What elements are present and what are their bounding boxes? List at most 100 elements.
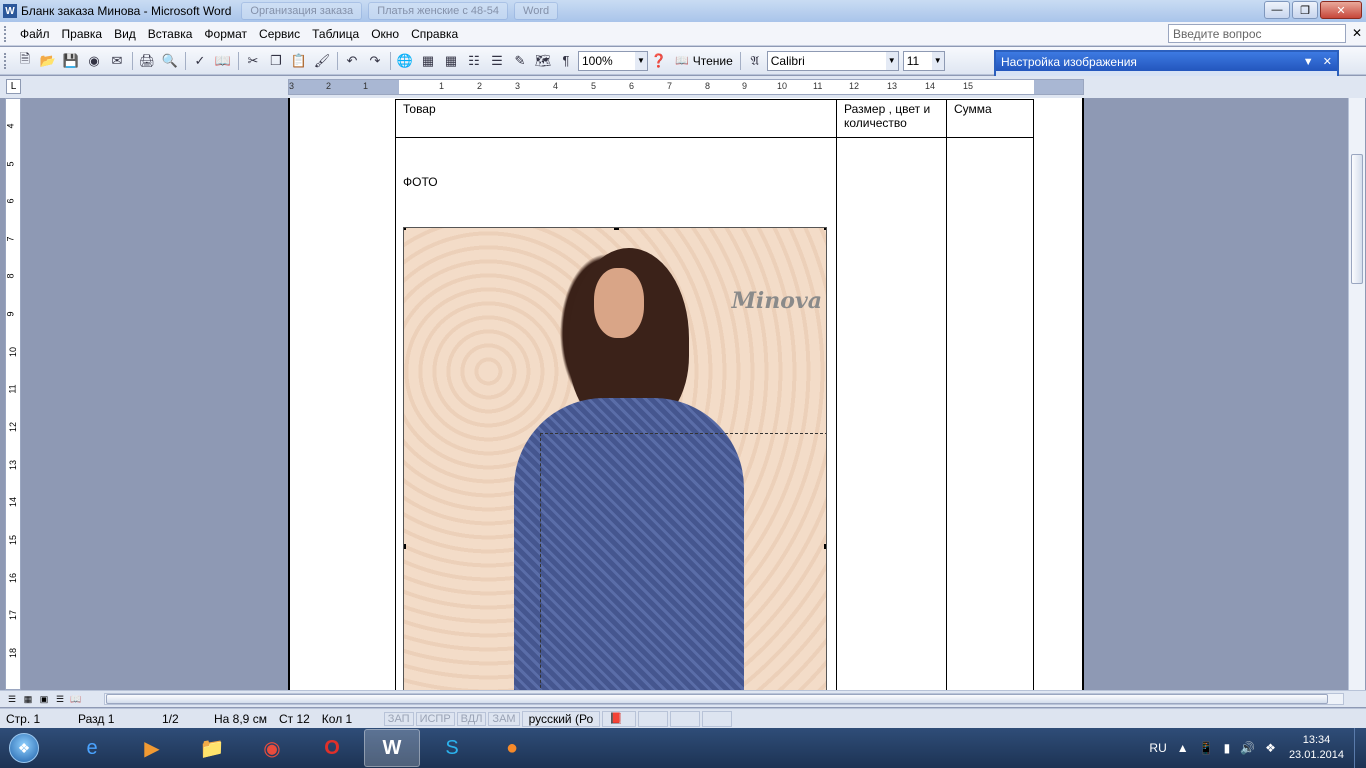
- chevron-down-icon[interactable]: ▼: [931, 51, 944, 70]
- status-extend-mode[interactable]: ВДЛ: [456, 711, 487, 726]
- show-desktop-button[interactable]: [1354, 728, 1366, 768]
- close-icon[interactable]: ✕: [1323, 56, 1332, 68]
- undo-icon[interactable]: ↶: [341, 50, 363, 72]
- status-overtype-mode[interactable]: ЗАМ: [488, 711, 520, 726]
- menu-help[interactable]: Справка: [405, 27, 464, 41]
- show-formatting-icon[interactable]: ¶: [555, 50, 577, 72]
- help-icon[interactable]: ❓: [648, 50, 670, 72]
- menu-window[interactable]: Окно: [365, 27, 405, 41]
- menu-table[interactable]: Таблица: [306, 27, 365, 41]
- file-explorer-icon[interactable]: 📁: [184, 729, 240, 767]
- spelling-icon[interactable]: ✓: [189, 50, 211, 72]
- minimize-button[interactable]: —: [1264, 1, 1290, 19]
- ask-question-input[interactable]: Введите вопрос: [1168, 24, 1346, 43]
- outline-view-icon[interactable]: ☰: [52, 692, 68, 706]
- menu-edit[interactable]: Правка: [56, 27, 109, 41]
- maximize-button[interactable]: ❐: [1292, 1, 1318, 19]
- print-icon[interactable]: 🖨: [136, 50, 158, 72]
- sum-cell[interactable]: [946, 137, 1034, 690]
- word-app-icon[interactable]: W: [3, 4, 17, 18]
- email-icon[interactable]: ✉: [106, 50, 128, 72]
- toolbar-gripper[interactable]: [4, 52, 8, 69]
- resize-handle[interactable]: [404, 228, 406, 230]
- permission-icon[interactable]: ◉: [83, 50, 105, 72]
- menu-view[interactable]: Вид: [108, 27, 142, 41]
- picture-toolbar-title[interactable]: Настройка изображения ▼ ✕: [996, 52, 1337, 71]
- table-header-cell[interactable]: Товар: [395, 99, 837, 138]
- research-icon[interactable]: 📖: [212, 50, 234, 72]
- status-record-mode[interactable]: ЗАП: [383, 711, 414, 726]
- chevron-down-icon[interactable]: ▼: [635, 51, 647, 70]
- paste-icon[interactable]: 📋: [288, 50, 310, 72]
- read-mode-button[interactable]: 📖 Чтение: [671, 51, 737, 71]
- print-preview-icon[interactable]: 🔍: [159, 50, 181, 72]
- background-tab[interactable]: Платья женские с 48-54: [368, 2, 509, 20]
- open-folder-icon[interactable]: 📂: [37, 50, 59, 72]
- menu-file[interactable]: Файл: [14, 27, 56, 41]
- volume-icon[interactable]: 🔊: [1240, 741, 1255, 755]
- reading-view-icon[interactable]: 📖: [68, 692, 84, 706]
- skype-icon[interactable]: S: [424, 729, 480, 767]
- resize-handle[interactable]: [824, 544, 826, 549]
- background-tab[interactable]: Организация заказа: [241, 2, 363, 20]
- start-button[interactable]: ❖: [4, 728, 44, 768]
- columns-icon[interactable]: ☰: [486, 50, 508, 72]
- clock[interactable]: 13:34 23.01.2014: [1289, 733, 1344, 763]
- chrome-icon[interactable]: ◉: [244, 729, 300, 767]
- language-indicator[interactable]: RU: [1149, 741, 1166, 755]
- menu-format[interactable]: Формат: [198, 27, 253, 41]
- product-photo[interactable]: Minova: [403, 227, 827, 690]
- tables-borders-icon[interactable]: ▦: [417, 50, 439, 72]
- close-button[interactable]: ✕: [1320, 1, 1362, 19]
- print-layout-icon[interactable]: ▣: [36, 692, 52, 706]
- scroll-thumb[interactable]: [106, 694, 1328, 704]
- internet-explorer-icon[interactable]: e: [64, 729, 120, 767]
- new-document-icon[interactable]: 🗎: [14, 50, 36, 72]
- cut-icon[interactable]: ✂: [242, 50, 264, 72]
- media-player-icon[interactable]: ▶: [124, 729, 180, 767]
- resize-handle[interactable]: [614, 228, 619, 230]
- device-icon[interactable]: 📱: [1199, 741, 1214, 755]
- insert-excel-icon[interactable]: ☷: [463, 50, 485, 72]
- document-page[interactable]: ✚ Товар Размер , цвет и количество Сумма…: [288, 98, 1084, 690]
- spelling-status-icon[interactable]: 📕: [602, 710, 637, 727]
- vertical-ruler[interactable]: 4 5 6 7 8 9 10 11 12 13 14 15 16 17 18: [5, 98, 21, 690]
- insert-table-icon[interactable]: ▦: [440, 50, 462, 72]
- zoom-select[interactable]: 100% ▼: [578, 50, 648, 71]
- vertical-scrollbar[interactable]: [1348, 98, 1365, 690]
- menu-tools[interactable]: Сервис: [253, 27, 306, 41]
- crop-selection[interactable]: [540, 433, 826, 690]
- copy-icon[interactable]: ❐: [265, 50, 287, 72]
- resize-handle[interactable]: [404, 544, 406, 549]
- normal-view-icon[interactable]: ☰: [4, 692, 20, 706]
- hyperlink-icon[interactable]: 🌐: [394, 50, 416, 72]
- menu-insert[interactable]: Вставка: [142, 27, 199, 41]
- horizontal-ruler[interactable]: 3 2 1 1 2 3 4 5 6 7 8 9 10 11 12 13 14 1…: [288, 79, 1084, 95]
- network-icon[interactable]: ▮: [1224, 741, 1231, 755]
- close-document-icon[interactable]: ✕: [1352, 26, 1362, 40]
- table-header-cell[interactable]: Размер , цвет и количество: [836, 99, 947, 138]
- menu-gripper[interactable]: [4, 25, 8, 42]
- firefox-icon[interactable]: ●: [484, 729, 540, 767]
- background-tab[interactable]: Word: [514, 2, 559, 20]
- format-painter-icon[interactable]: 🖌: [311, 50, 333, 72]
- word-taskbar-icon[interactable]: W: [364, 729, 420, 767]
- scroll-thumb[interactable]: [1351, 154, 1363, 284]
- table-header-cell[interactable]: Сумма: [946, 99, 1034, 138]
- dropbox-icon[interactable]: ❖: [1265, 741, 1276, 755]
- web-view-icon[interactable]: ▦: [20, 692, 36, 706]
- save-icon[interactable]: 💾: [60, 50, 82, 72]
- status-language[interactable]: русский (Ро: [521, 710, 601, 727]
- status-track-changes[interactable]: ИСПР: [415, 711, 455, 726]
- tab-selector[interactable]: L: [6, 79, 21, 94]
- resize-handle[interactable]: [824, 228, 826, 230]
- size-color-cell[interactable]: [836, 137, 947, 690]
- font-size-select[interactable]: 11 ▼: [902, 50, 945, 71]
- show-hidden-icons-icon[interactable]: ▲: [1177, 741, 1189, 755]
- styles-icon[interactable]: 𝔄: [744, 50, 766, 72]
- redo-icon[interactable]: ↷: [364, 50, 386, 72]
- chevron-down-icon[interactable]: ▼: [1303, 56, 1314, 68]
- product-cell[interactable]: ФОТО Minova: [395, 137, 837, 690]
- document-map-icon[interactable]: 🗺: [532, 50, 554, 72]
- font-name-select[interactable]: Calibri ▼: [766, 50, 899, 71]
